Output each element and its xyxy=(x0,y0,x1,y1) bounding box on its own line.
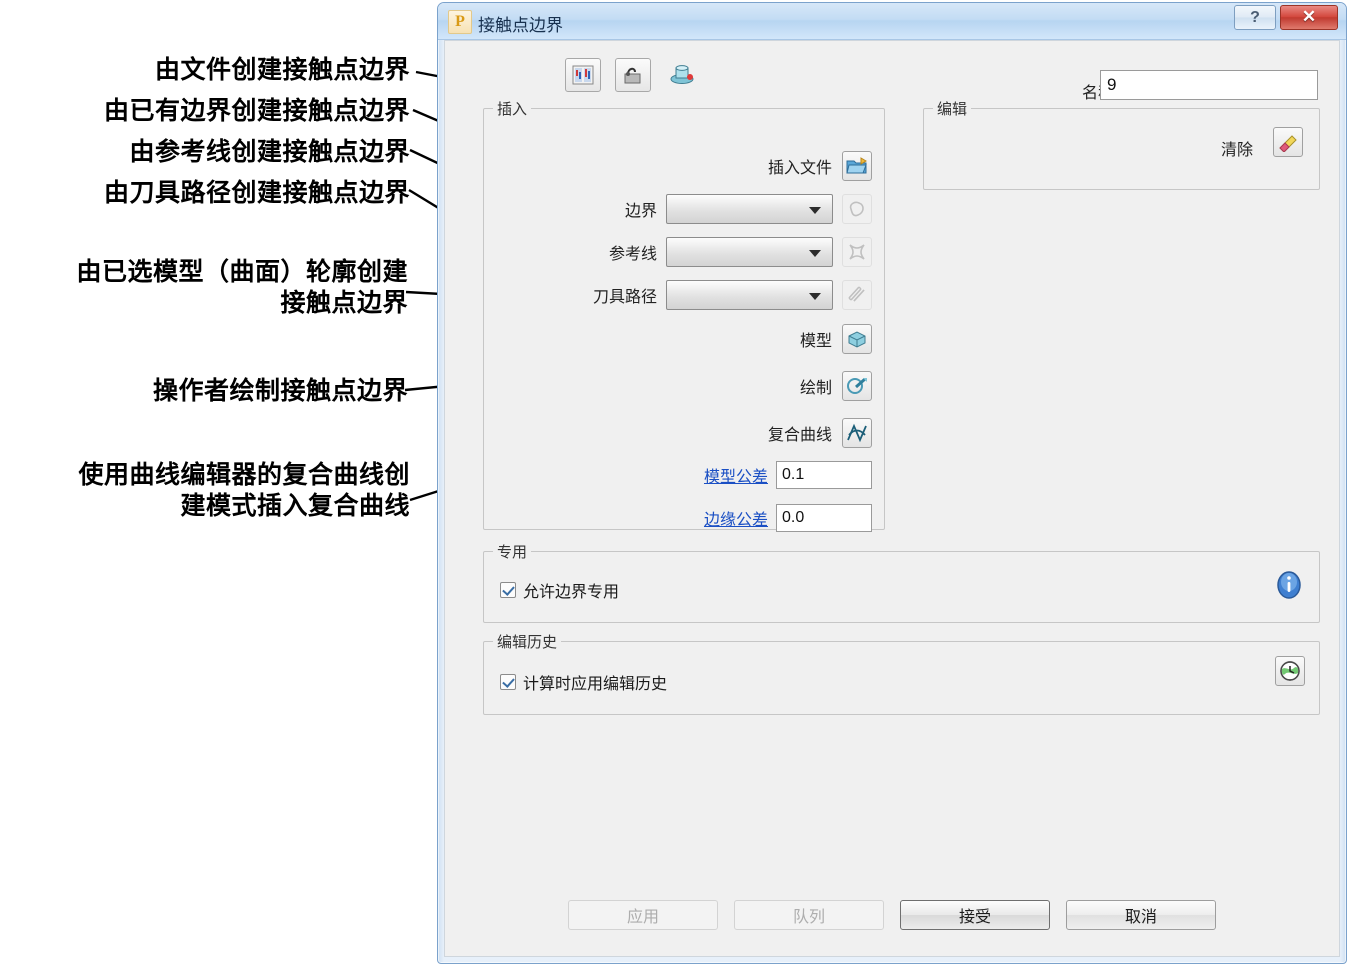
toolpath-combo[interactable] xyxy=(666,280,833,310)
checkbox-checked-icon xyxy=(500,674,516,690)
edit-group: 编辑 清除 xyxy=(923,98,1320,190)
chevron-down-icon xyxy=(809,207,821,214)
insert-group: 插入 插入文件 边界 参考线 刀具路径 模型 绘制 复合曲线 模型公差 0.1 … xyxy=(483,98,885,532)
annotation-toolpath: 由刀具路径创建接触点边界 xyxy=(103,180,410,207)
edit-group-title: 编辑 xyxy=(933,98,972,119)
annotation-refline: 由参考线创建接触点边界 xyxy=(129,139,410,166)
model-label: 模型 xyxy=(799,333,832,350)
insert-file-label: 插入文件 xyxy=(767,160,832,177)
insert-file-row: 插入文件 xyxy=(768,151,872,181)
refline-combo[interactable] xyxy=(666,237,833,267)
allow-boundary-special-label: 允许边界专用 xyxy=(523,584,620,601)
close-button[interactable]: ✕ xyxy=(1280,5,1338,30)
accept-button[interactable]: 接受 xyxy=(900,900,1050,930)
sketch-label: 绘制 xyxy=(799,380,832,397)
allow-boundary-special-checkbox[interactable]: 允许边界专用 xyxy=(500,578,619,602)
cancel-button[interactable]: 取消 xyxy=(1066,900,1216,930)
dialog-toolbar xyxy=(565,58,699,92)
refline-row: 参考线 xyxy=(609,237,872,267)
annotation-sketch: 操作者绘制接触点边界 xyxy=(152,378,408,405)
composite-curve-icon[interactable] xyxy=(842,418,872,448)
model-tolerance-row: 模型公差 xyxy=(704,461,872,489)
sketch-row: 绘制 xyxy=(800,371,872,401)
edge-tolerance-link[interactable]: 边缘公差 xyxy=(704,506,768,530)
sketch-pen-icon[interactable] xyxy=(842,371,872,401)
help-button[interactable]: ? xyxy=(1234,5,1276,30)
boundary-row: 边界 xyxy=(625,194,872,224)
open-folder-icon[interactable] xyxy=(842,151,872,181)
annotation-file: 由文件创建接触点边界 xyxy=(154,57,410,84)
boundary-label: 边界 xyxy=(624,203,657,220)
app-icon: P xyxy=(448,10,472,34)
apply-button[interactable]: 应用 xyxy=(568,900,718,930)
annotation-composite: 使用曲线编辑器的复合曲线创 建模式插入复合曲线 xyxy=(78,462,410,520)
history-group-title: 编辑历史 xyxy=(493,631,562,652)
toolpath-icon[interactable] xyxy=(842,280,872,310)
insert-group-title: 插入 xyxy=(493,98,532,119)
edge-tolerance-row: 边缘公差 xyxy=(704,504,872,532)
contact-point-boundary-dialog: P 接触点边界 ? ✕ 名称 9 插入 插入文件 边界 参考线 刀具路径 模型 … xyxy=(437,2,1347,964)
info-icon[interactable] xyxy=(1275,570,1303,605)
checkbox-checked-icon xyxy=(500,582,516,598)
history-group: 编辑历史 计算时应用编辑历史 xyxy=(483,631,1320,715)
queue-button[interactable]: 队列 xyxy=(734,900,884,930)
pick-surface-icon[interactable] xyxy=(615,58,651,92)
special-group: 专用 允许边界专用 xyxy=(483,541,1320,623)
clock-globe-icon[interactable] xyxy=(1275,656,1305,686)
title-bar: P 接触点边界 ? ✕ xyxy=(438,3,1346,40)
chevron-down-icon xyxy=(809,250,821,257)
tool-icon[interactable] xyxy=(665,58,699,90)
name-input[interactable] xyxy=(1100,70,1318,100)
compare-icon[interactable] xyxy=(565,58,601,92)
special-group-title: 专用 xyxy=(493,541,532,562)
dialog-client-area: 名称 插入 插入文件 边界 xyxy=(444,40,1340,957)
composite-curve-row: 复合曲线 xyxy=(768,418,872,448)
pattern-icon[interactable] xyxy=(842,237,872,267)
toolpath-label: 刀具路径 xyxy=(592,289,657,306)
toolpath-row: 刀具路径 xyxy=(593,280,872,310)
model-tolerance-input[interactable] xyxy=(776,461,872,489)
chevron-down-icon xyxy=(809,293,821,300)
eraser-icon[interactable] xyxy=(1273,127,1303,157)
refline-label: 参考线 xyxy=(608,246,657,263)
apply-edit-history-label: 计算时应用编辑历史 xyxy=(523,676,668,693)
footer-button-bar: 应用 队列 接受 取消 xyxy=(445,900,1339,930)
model-tolerance-link[interactable]: 模型公差 xyxy=(704,463,768,487)
boundary-icon[interactable] xyxy=(842,194,872,224)
annotation-boundary: 由已有边界创建接触点边界 xyxy=(103,98,410,125)
model-row: 模型 xyxy=(800,324,872,354)
model-cube-icon[interactable] xyxy=(842,324,872,354)
edge-tolerance-input[interactable] xyxy=(776,504,872,532)
composite-curve-label: 复合曲线 xyxy=(767,427,832,444)
boundary-combo[interactable] xyxy=(666,194,833,224)
window-title: 接触点边界 xyxy=(478,16,563,35)
apply-edit-history-checkbox[interactable]: 计算时应用编辑历史 xyxy=(500,670,667,694)
clear-label: 清除 xyxy=(1220,142,1253,159)
annotation-model: 由已选模型（曲面）轮廓创建 接触点边界 xyxy=(76,259,408,317)
